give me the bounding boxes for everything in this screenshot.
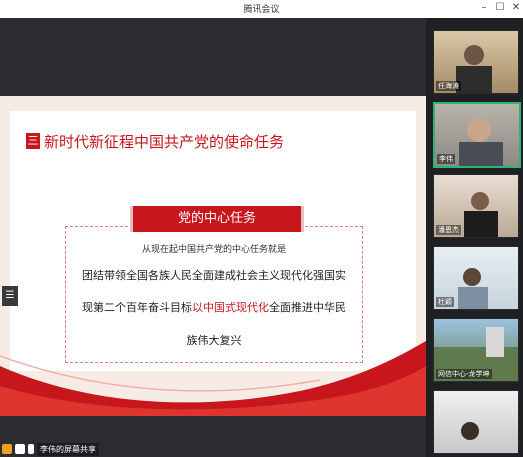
task-line-1: 团结带领全国各族人民全面建成社会主义现代化强国实 [82, 269, 346, 282]
list-icon[interactable]: ☰ [2, 286, 18, 306]
share-label: 李伟的屏幕共享 [37, 442, 99, 456]
participant-name: 李伟 [437, 154, 455, 164]
task-line-2: 现第二个百年奋斗目标以中国式现代化全面推进中华民 [66, 299, 362, 315]
participant-name: 杜颖 [436, 297, 454, 307]
maximize-button[interactable]: ☐ [493, 2, 507, 13]
participant-name: 网信中心-龙学坤 [436, 369, 492, 379]
section-number: 三 [26, 133, 40, 149]
participant-name: 潘恩杰 [436, 225, 461, 235]
task-lead: 从现在起中国共产党的中心任务就是 [141, 245, 286, 255]
task-line-2-end: 全面推进中华民 [269, 301, 346, 314]
host-icon [2, 444, 12, 454]
section-title: 新时代新征程中国共产党的使命任务 [44, 133, 285, 151]
presentation-slide: 三 新时代新征程中国共产党的使命任务 从现在起中国共产党的中心任务就是 团结带领… [0, 96, 426, 416]
central-task-banner: 党的中心任务 [130, 206, 304, 232]
participant-panel: 任海涛 李伟 潘恩杰 杜颖 网信中心-龙学坤 [426, 18, 523, 457]
participant-tile[interactable] [433, 390, 519, 454]
red-wave-decoration [0, 341, 426, 416]
shared-screen-area: 三 新时代新征程中国共产党的使命任务 从现在起中国共产党的中心任务就是 团结带领… [0, 18, 426, 457]
video-avatar [461, 422, 479, 440]
participant-tile[interactable]: 网信中心-龙学坤 [433, 318, 519, 382]
close-button[interactable]: ✕ [509, 2, 523, 13]
task-line-2-highlight: 以中国式现代化 [192, 301, 269, 314]
microphone-icon[interactable] [28, 444, 34, 454]
participant-tile[interactable]: 潘恩杰 [433, 174, 519, 238]
participant-name: 任海涛 [436, 81, 461, 91]
participant-tile[interactable]: 李伟 [433, 102, 521, 168]
title-bar: 腾讯会议 – ☐ ✕ [0, 0, 523, 18]
slide-content: 三 新时代新征程中国共产党的使命任务 从现在起中国共产党的中心任务就是 团结带领… [10, 111, 416, 371]
screen-share-icon [15, 444, 25, 454]
window-title: 腾讯会议 [243, 5, 280, 15]
minimize-button[interactable]: – [477, 2, 491, 13]
participant-tile[interactable]: 杜颖 [433, 246, 519, 310]
participant-tile[interactable]: 任海涛 [433, 30, 519, 94]
share-status-bar: 李伟的屏幕共享 [0, 441, 99, 457]
task-line-2-start: 现第二个百年奋斗目标 [82, 301, 192, 314]
